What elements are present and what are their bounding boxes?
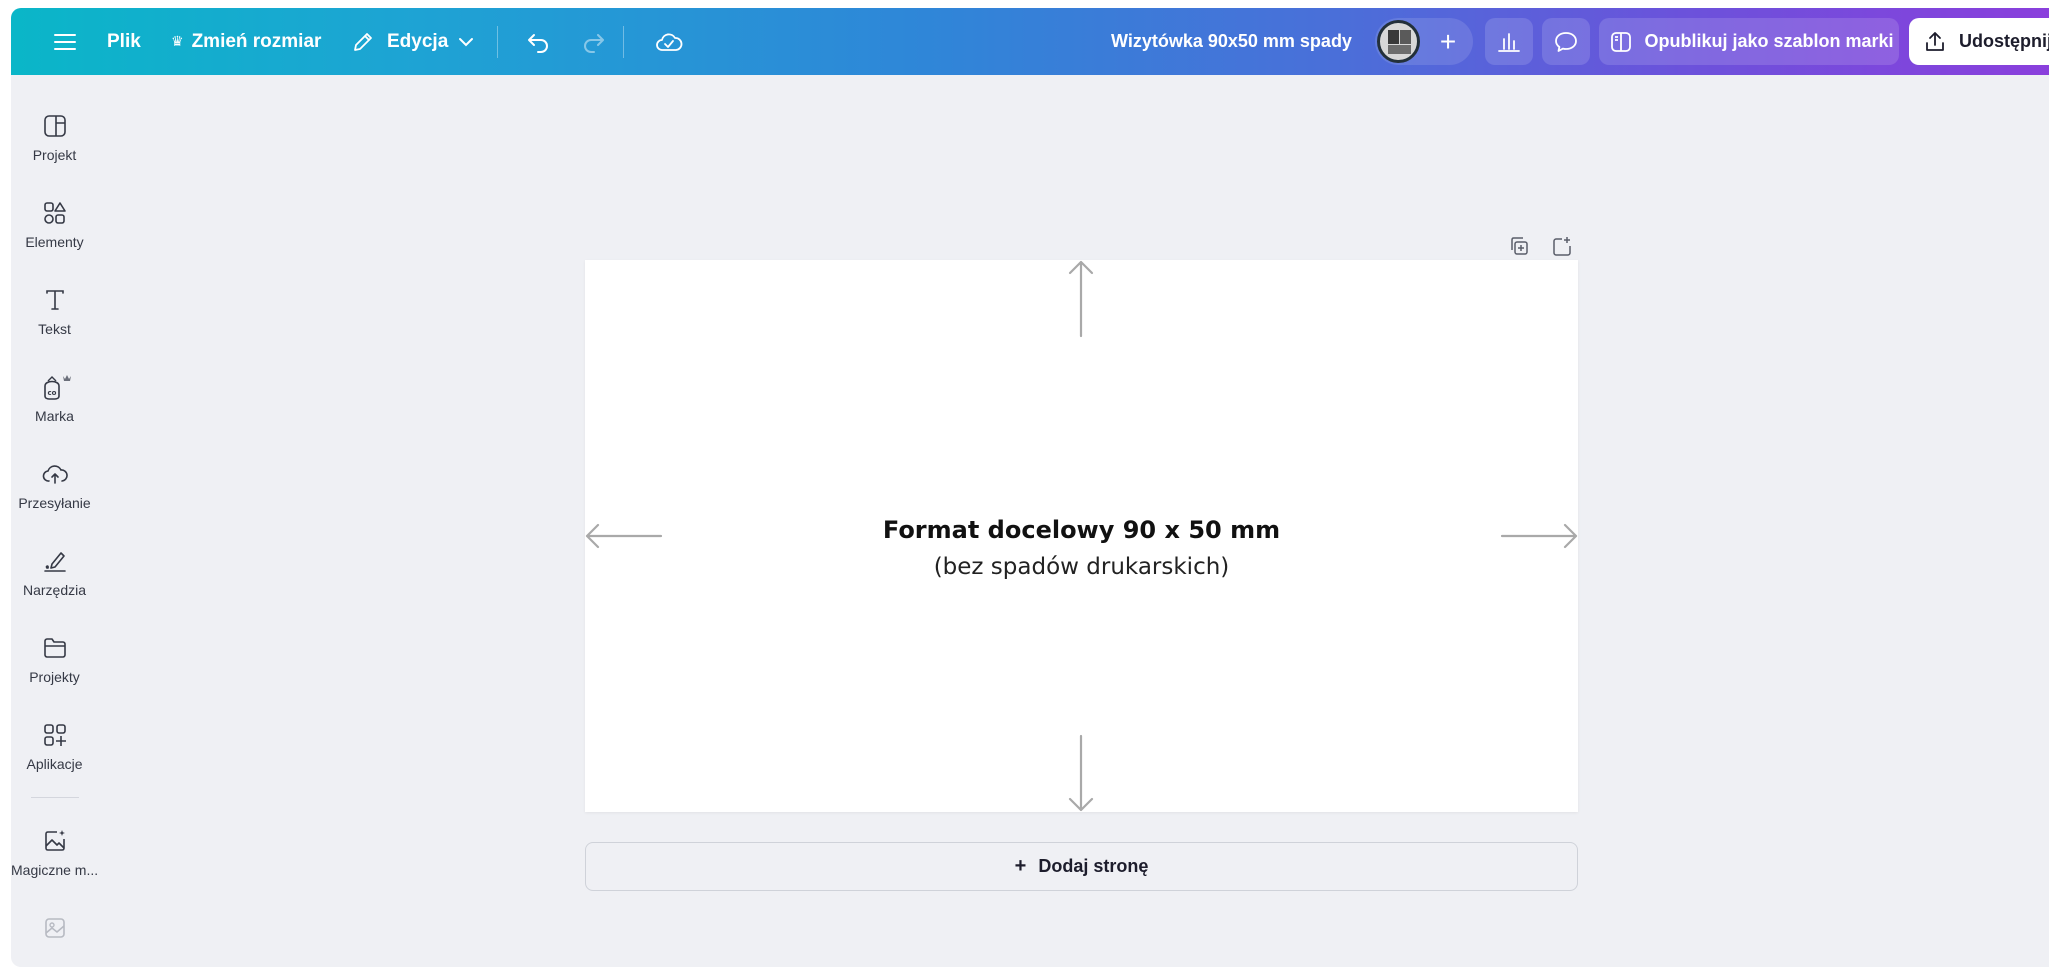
sidebar-item-tools[interactable]: Narzędzia <box>11 526 98 606</box>
format-title[interactable]: Format docelowy 90 x 50 mm <box>585 516 1578 544</box>
document-title[interactable]: Wizytówka 90x50 mm spady <box>1111 8 1352 75</box>
redo-icon <box>584 33 604 53</box>
file-menu-label: Plik <box>107 30 141 52</box>
svg-text:co: co <box>47 389 56 397</box>
brand-icon: co <box>43 375 71 400</box>
template-icon <box>1611 31 1632 52</box>
chevron-down-icon <box>459 37 474 46</box>
sidebar-item-label: Elementy <box>25 234 84 250</box>
collaborators: + <box>1375 18 1473 65</box>
sidebar-item-apps[interactable]: Aplikacje <box>11 700 98 780</box>
undo-button[interactable] <box>518 8 558 75</box>
hamburger-icon <box>54 33 76 50</box>
add-collaborator-button[interactable]: + <box>1425 18 1471 65</box>
sidebar-item-label: Aplikacje <box>26 756 83 772</box>
design-page[interactable]: Format docelowy 90 x 50 mm (bez spadów d… <box>585 260 1578 812</box>
sidebar-item-brand[interactable]: co Marka <box>11 352 98 432</box>
editor-app: Plik ♛ Zmień rozmiar Edycja Wizytówka 90… <box>11 8 2049 967</box>
redo-button[interactable] <box>574 8 614 75</box>
sidebar-item-label: Marka <box>35 408 74 424</box>
sidebar-item-label: Narzędzia <box>22 582 87 598</box>
sidebar-item-projects[interactable]: Projekty <box>11 613 98 693</box>
arrow-down-icon <box>1068 734 1094 812</box>
crown-icon: ♛ <box>171 33 184 49</box>
format-subtitle[interactable]: (bez spadów drukarskich) <box>585 554 1578 580</box>
undo-icon <box>528 33 548 53</box>
share-button[interactable]: Udostępnij <box>1909 18 2049 65</box>
page-tools <box>1504 231 1577 261</box>
sidebar-item-photos[interactable] <box>11 893 98 953</box>
pencil-icon <box>354 32 372 51</box>
sidebar-item-elements[interactable]: Elementy <box>11 178 98 258</box>
left-sidebar: Projekt Elementy Tekst co Marka Przesyła… <box>11 75 98 967</box>
publish-brand-template-button[interactable]: Opublikuj jako szablon marki <box>1599 18 1899 65</box>
sidebar-divider <box>31 797 79 798</box>
edit-mode-label: Edycja <box>387 30 449 52</box>
cloud-check-icon <box>656 33 683 51</box>
sidebar-item-label: Projekty <box>29 669 80 685</box>
comments-button[interactable] <box>1542 18 1590 65</box>
file-menu-button[interactable]: Plik <box>107 8 141 75</box>
publish-label: Opublikuj jako szablon marki <box>1644 31 1894 51</box>
comment-icon <box>1555 31 1577 52</box>
sidebar-item-label: Magiczne m... <box>11 862 98 878</box>
duplicate-icon <box>1511 237 1528 255</box>
share-label: Udostępnij <box>1959 31 2049 51</box>
folder-icon <box>43 638 66 658</box>
add-page-button[interactable]: + Dodaj stronę <box>585 842 1578 891</box>
apps-icon <box>43 724 66 746</box>
add-page-icon <box>1553 237 1571 256</box>
top-toolbar: Plik ♛ Zmień rozmiar Edycja Wizytówka 90… <box>11 8 2049 75</box>
bar-chart-icon <box>1498 32 1520 52</box>
document-title-text: Wizytówka 90x50 mm spady <box>1111 31 1352 51</box>
sidebar-item-magic-media[interactable]: Magiczne m... <box>11 806 98 886</box>
avatar[interactable] <box>1377 20 1420 63</box>
resize-button[interactable]: ♛ Zmień rozmiar <box>171 8 321 75</box>
sidebar-item-design[interactable]: Projekt <box>11 91 98 171</box>
sidebar-item-text[interactable]: Tekst <box>11 265 98 345</box>
sidebar-item-uploads[interactable]: Przesyłanie <box>11 439 98 519</box>
text-icon <box>45 290 64 310</box>
share-upload-icon <box>1926 31 1944 51</box>
draw-tool-icon <box>43 552 66 572</box>
toolbar-divider <box>497 26 498 58</box>
sidebar-item-label: Projekt <box>32 147 77 163</box>
save-status-button[interactable] <box>645 8 693 75</box>
sidebar-item-label: Tekst <box>38 321 71 337</box>
layout-icon <box>43 115 66 137</box>
sidebar-item-label: Przesyłanie <box>18 495 91 511</box>
main-menu-button[interactable] <box>41 8 89 75</box>
insights-button[interactable] <box>1485 18 1533 65</box>
image-icon <box>44 918 65 938</box>
plus-icon: + <box>1014 855 1027 877</box>
upload-cloud-icon <box>42 465 68 484</box>
duplicate-page-button[interactable] <box>1504 231 1534 261</box>
toolbar-divider <box>623 26 624 58</box>
plus-icon: + <box>1439 25 1457 57</box>
magic-media-icon <box>44 830 65 851</box>
shapes-icon <box>43 202 66 224</box>
edit-mode-dropdown[interactable]: Edycja <box>351 8 474 75</box>
add-page-label: Dodaj stronę <box>1038 856 1149 876</box>
resize-label: Zmień rozmiar <box>191 30 322 52</box>
arrow-up-icon <box>1068 260 1094 338</box>
add-page-icon-button[interactable] <box>1547 231 1577 261</box>
